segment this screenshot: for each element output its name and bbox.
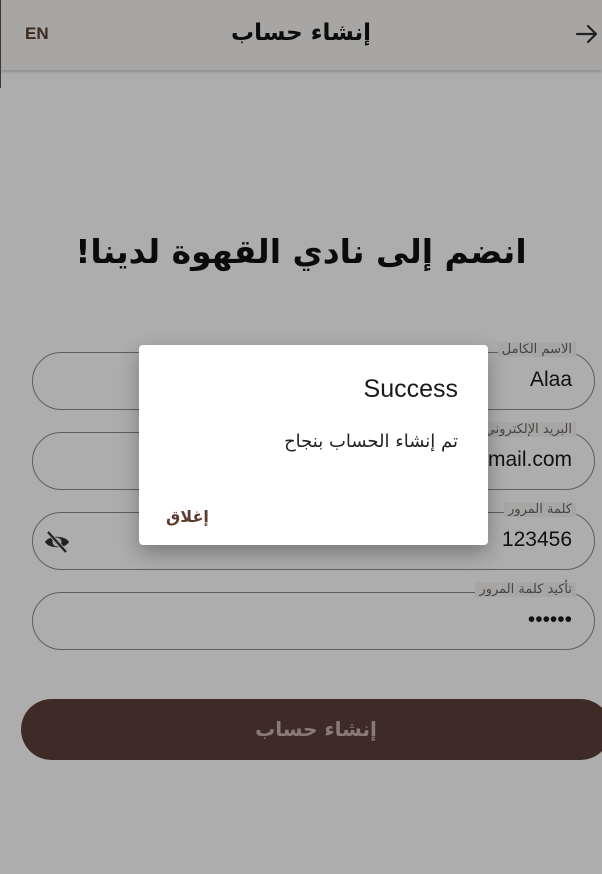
success-dialog: Success تم إنشاء الحساب بنجاح إغلاق <box>139 345 488 545</box>
dialog-message: تم إنشاء الحساب بنجاح <box>284 431 458 452</box>
dialog-title: Success <box>363 375 458 403</box>
close-button[interactable]: إغلاق <box>166 507 209 526</box>
